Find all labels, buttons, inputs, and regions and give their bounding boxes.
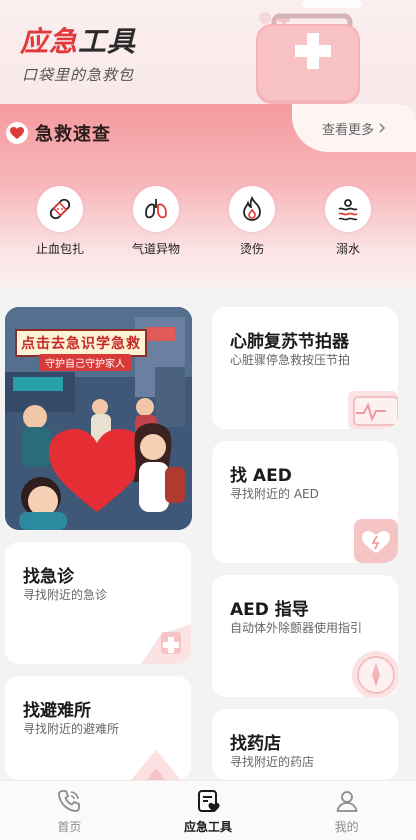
find-aed-card[interactable]: 找 AED 寻找附近的 AED bbox=[212, 441, 398, 563]
page-header: 应急工具 口袋里的急救包 bbox=[0, 0, 416, 110]
nav-label: 我的 bbox=[334, 820, 359, 834]
first-aid-section: 急救速查 查看更多 止血包扎 气道异物 烫伤 溺水 bbox=[0, 104, 416, 290]
first-aid-items: 止血包扎 气道异物 烫伤 溺水 bbox=[0, 186, 416, 257]
first-aid-item-drowning[interactable]: 溺水 bbox=[300, 186, 396, 257]
nav-tab-home[interactable]: 首页 bbox=[0, 781, 139, 840]
phone-icon bbox=[58, 790, 81, 812]
find-emergency-card[interactable]: 找急诊 寻找附近的急诊 bbox=[5, 542, 191, 664]
clipboard-heart-icon bbox=[198, 790, 220, 812]
first-aid-item-bleeding[interactable]: 止血包扎 bbox=[12, 186, 108, 257]
bandage-icon bbox=[37, 186, 83, 232]
person-icon bbox=[336, 791, 358, 812]
find-pharmacy-card[interactable]: 找药店 寻找附近的药店 bbox=[212, 709, 398, 780]
nav-label: 首页 bbox=[57, 820, 82, 834]
card-desc: 自动体外除颤器使用指引 bbox=[230, 621, 363, 635]
aed-guide-card[interactable]: AED 指导 自动体外除颤器使用指引 bbox=[212, 575, 398, 697]
page-title-accent: 应急 bbox=[20, 25, 79, 58]
view-more-label: 查看更多 bbox=[321, 122, 374, 138]
first-aid-item-label: 止血包扎 bbox=[35, 242, 84, 256]
lungs-icon bbox=[133, 186, 179, 232]
flame-icon bbox=[229, 186, 275, 232]
banner-title: 点击去急识学急救 bbox=[15, 329, 147, 357]
hospital-icon bbox=[141, 624, 191, 664]
aed-device-icon bbox=[354, 519, 398, 563]
card-title: AED 指导 bbox=[230, 600, 309, 620]
card-desc: 寻找附近的避难所 bbox=[23, 722, 120, 736]
waves-icon bbox=[325, 186, 371, 232]
card-title: 心肺复苏节拍器 bbox=[230, 332, 349, 352]
nav-label: 应急工具 bbox=[184, 820, 233, 834]
learn-first-aid-banner[interactable]: 点击去急识学急救 守护自己守护家人 bbox=[5, 307, 192, 530]
first-aid-title: 急救速查 bbox=[35, 124, 111, 145]
card-title: 找避难所 bbox=[23, 701, 91, 721]
nav-tab-emergency-tools[interactable]: 应急工具 bbox=[139, 781, 278, 840]
card-title: 找 AED bbox=[230, 466, 292, 486]
first-aid-item-label: 溺水 bbox=[335, 242, 360, 256]
first-aid-item-label: 烫伤 bbox=[239, 242, 264, 256]
nav-tab-profile[interactable]: 我的 bbox=[277, 781, 416, 840]
heartbeat-monitor-icon bbox=[348, 391, 398, 429]
first-aid-item-airway[interactable]: 气道异物 bbox=[108, 186, 204, 257]
card-desc: 心脏骤停急救按压节拍 bbox=[230, 353, 351, 367]
card-desc: 寻找附近的药店 bbox=[230, 755, 315, 769]
first-aid-header: 急救速查 bbox=[6, 120, 111, 146]
banner-subtitle: 守护自己守护家人 bbox=[39, 354, 131, 371]
card-title: 找急诊 bbox=[23, 567, 74, 587]
chevron-right-icon bbox=[379, 123, 385, 133]
page-title-rest: 工具 bbox=[78, 25, 137, 58]
first-aid-item-label: 气道异物 bbox=[131, 242, 180, 256]
cpr-metronome-card[interactable]: 心肺复苏节拍器 心脏骤停急救按压节拍 bbox=[212, 307, 398, 429]
card-desc: 寻找附近的 AED bbox=[230, 487, 319, 501]
bottom-nav: 首页 应急工具 我的 bbox=[0, 780, 416, 840]
compass-icon bbox=[352, 651, 398, 697]
page-subtitle: 口袋里的急救包 bbox=[22, 66, 135, 84]
card-desc: 寻找附近的急诊 bbox=[23, 588, 108, 602]
shelter-icon bbox=[131, 750, 181, 780]
find-shelter-card[interactable]: 找避难所 寻找附近的避难所 bbox=[5, 676, 191, 780]
first-aid-item-burn[interactable]: 烫伤 bbox=[204, 186, 300, 257]
heart-icon bbox=[6, 122, 28, 144]
page-title: 应急工具 bbox=[20, 20, 136, 60]
first-aid-kit-illustration bbox=[256, 0, 362, 104]
view-more-link[interactable]: 查看更多 bbox=[292, 104, 416, 152]
card-title: 找药店 bbox=[230, 734, 281, 754]
